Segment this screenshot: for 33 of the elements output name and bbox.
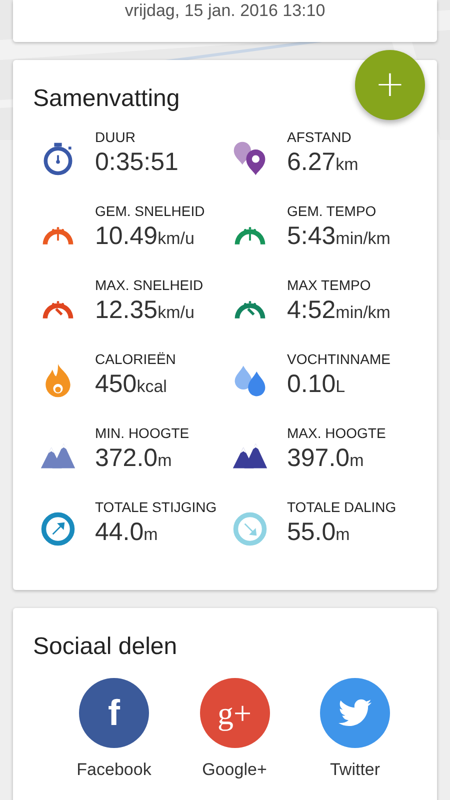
share-button[interactable]: g+ — [200, 678, 270, 748]
stat-label: MAX. HOOGTE — [287, 424, 386, 442]
stat-label: GEM. SNELHEID — [95, 202, 205, 220]
stat-label: VOCHTINNAME — [287, 350, 390, 368]
stat-value: 450kcal — [95, 369, 168, 400]
share-label: Google+ — [202, 760, 267, 780]
share-button[interactable]: f — [79, 678, 149, 748]
stat-label: TOTALE DALING — [287, 498, 396, 516]
card-title: Sociaal delen — [33, 632, 178, 662]
stat-value: 397.0m — [287, 443, 365, 474]
share-label: Facebook — [76, 760, 152, 780]
stat-value: 12.35km/u — [95, 295, 196, 326]
stat-label: TOTALE STIJGING — [95, 498, 217, 516]
stat-value: 55.0m — [287, 517, 351, 548]
stat-label: MIN. HOOGTE — [95, 424, 190, 442]
share-label: Twitter — [330, 760, 380, 780]
stat-value: 6.27km — [287, 147, 358, 178]
stat-value: 4:52min/km — [287, 295, 390, 326]
stat-label: GEM. TEMPO — [287, 202, 378, 220]
date-text: vrijdag, 15 jan. 2016 13:10 — [124, 0, 326, 22]
stat-label: CALORIEËN — [95, 350, 176, 368]
add-button[interactable]: + — [355, 50, 425, 120]
stat-value: 0.10L — [287, 369, 346, 400]
stat-value: 372.0m — [95, 443, 173, 474]
card-title: Samenvatting — [33, 84, 180, 114]
stat-value: 44.0m — [95, 517, 159, 548]
stat-value: 10.49km/u — [95, 221, 196, 252]
stat-label: AFSTAND — [287, 128, 352, 146]
stat-value: 5:43min/km — [287, 221, 390, 252]
stat-label: MAX. SNELHEID — [95, 276, 204, 294]
stat-label: DUUR — [95, 128, 136, 146]
stat-value: 0:35:51 — [95, 147, 178, 178]
stat-label: MAX TEMPO — [287, 276, 372, 294]
